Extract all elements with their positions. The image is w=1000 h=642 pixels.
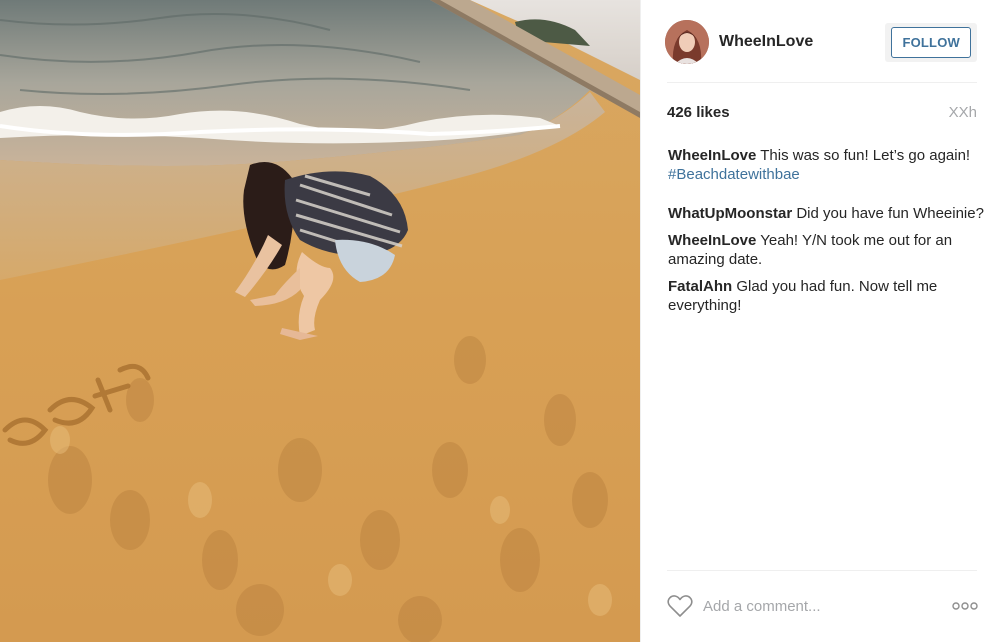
follow-button[interactable]: FOLLOW bbox=[891, 26, 971, 58]
caption-hashtag[interactable]: #Beachdatewithbae bbox=[668, 166, 800, 183]
comment-item: WhatUpMoonstar Did you have fun Wheeinie… bbox=[668, 204, 998, 223]
heart-icon[interactable] bbox=[667, 594, 693, 618]
post-timestamp[interactable]: XXh bbox=[949, 104, 977, 121]
comment-author[interactable]: WhatUpMoonstar bbox=[668, 205, 792, 222]
header-username[interactable]: WheeInLove bbox=[719, 33, 813, 51]
comment-bar bbox=[667, 592, 979, 620]
comment-item: WheeInLove Yeah! Y/N took me out for an … bbox=[668, 231, 998, 269]
post-side-panel: WheeInLove FOLLOW 426 likes XXh WheeInLo… bbox=[640, 0, 1000, 642]
caption-text: This was so fun! Let’s go again! bbox=[756, 147, 971, 164]
divider bbox=[667, 570, 977, 571]
comment-item: FatalAhn Glad you had fun. Now tell me e… bbox=[668, 277, 998, 315]
post-header: WheeInLove FOLLOW bbox=[665, 18, 977, 66]
avatar-image bbox=[665, 20, 709, 64]
post-photo[interactable] bbox=[0, 0, 640, 642]
more-options-icon[interactable] bbox=[951, 601, 979, 611]
likes-count[interactable]: 426 likes bbox=[667, 104, 730, 121]
avatar[interactable] bbox=[665, 20, 709, 64]
follow-button-wrap: FOLLOW bbox=[885, 22, 977, 62]
add-comment-input[interactable] bbox=[703, 597, 923, 615]
beach-photo-image bbox=[0, 0, 640, 642]
divider bbox=[667, 82, 977, 83]
comments-list: WheeInLove This was so fun! Let’s go aga… bbox=[668, 146, 998, 323]
likes-row: 426 likes XXh bbox=[667, 104, 977, 121]
comment-text: Did you have fun Wheeinie? bbox=[792, 205, 984, 222]
caption-author[interactable]: WheeInLove bbox=[668, 147, 756, 164]
caption: WheeInLove This was so fun! Let’s go aga… bbox=[668, 146, 998, 184]
comment-author[interactable]: FatalAhn bbox=[668, 278, 732, 295]
comment-author[interactable]: WheeInLove bbox=[668, 232, 756, 249]
